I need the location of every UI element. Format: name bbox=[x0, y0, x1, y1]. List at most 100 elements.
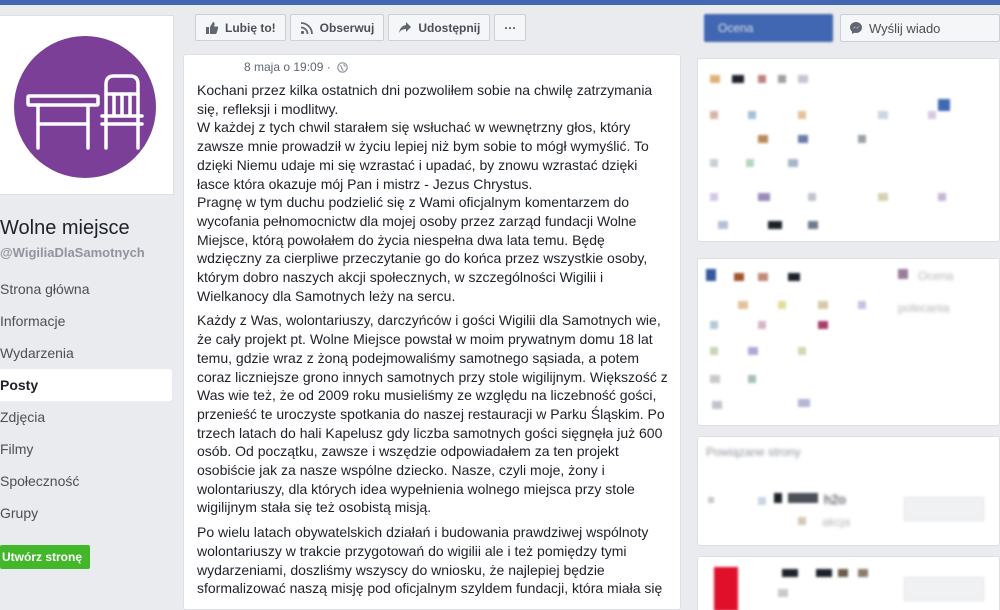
blurred-block bbox=[928, 111, 936, 119]
right-card-more bbox=[697, 556, 1000, 610]
blurred-block bbox=[732, 75, 744, 83]
nav-item-about[interactable]: Informacje bbox=[0, 305, 172, 337]
like-button[interactable]: Lubię to! bbox=[195, 14, 286, 41]
blurred-block bbox=[818, 321, 828, 329]
nav-item-events[interactable]: Wydarzenia bbox=[0, 337, 172, 369]
nav-item-photos[interactable]: Zdjęcia bbox=[0, 401, 172, 433]
blurred-block bbox=[778, 75, 786, 83]
blurred-block bbox=[748, 347, 758, 355]
avatar[interactable] bbox=[14, 36, 156, 178]
page-action-bar: Lubię to! Obserwuj Udostępnij ··· bbox=[195, 14, 527, 41]
right-card-rating bbox=[697, 58, 1000, 242]
nav-item-community[interactable]: Społeczność bbox=[0, 465, 172, 497]
create-page-button[interactable]: Utwórz stronę bbox=[0, 545, 90, 569]
blurred-primary-button[interactable]: Ocena bbox=[704, 14, 833, 42]
right-card-related-pages: Powiązane strony h2o akcja bbox=[697, 436, 1000, 546]
blurred-block bbox=[712, 401, 722, 409]
blurred-block bbox=[898, 269, 908, 279]
blurred-block bbox=[748, 111, 756, 119]
rss-icon bbox=[300, 21, 313, 34]
blurred-block bbox=[808, 193, 816, 201]
blurred-block bbox=[758, 273, 768, 281]
blurred-block bbox=[710, 347, 718, 355]
blurred-button[interactable] bbox=[904, 577, 984, 601]
blurred-block bbox=[710, 321, 718, 329]
blurred-block bbox=[758, 497, 766, 505]
right-card-recommendations: Ocena polecania bbox=[697, 258, 1000, 426]
nav-item-posts[interactable]: Posty bbox=[0, 369, 172, 401]
more-dots-icon: ··· bbox=[504, 20, 517, 35]
blurred-block bbox=[710, 111, 718, 119]
blurred-block bbox=[768, 221, 782, 229]
blurred-block bbox=[938, 99, 950, 111]
page-title[interactable]: Wolne miejsce bbox=[0, 217, 130, 240]
blurred-block bbox=[788, 493, 818, 503]
blurred-block bbox=[838, 569, 848, 577]
blurred-block bbox=[858, 301, 866, 309]
blurred-button[interactable] bbox=[904, 497, 984, 521]
nav-item-videos[interactable]: Filmy bbox=[0, 433, 172, 465]
blurred-page-name[interactable]: h2o bbox=[824, 492, 846, 507]
globe-icon[interactable] bbox=[336, 61, 348, 73]
blurred-thumbnail bbox=[708, 497, 714, 503]
blurred-block bbox=[808, 221, 818, 229]
blurred-text: polecania bbox=[898, 301, 950, 315]
blurred-thumbnail bbox=[714, 567, 738, 610]
post-paragraph: Każdy z Was, wolontariuszy, darczyńców i… bbox=[197, 312, 668, 516]
blurred-block bbox=[798, 75, 808, 83]
blurred-block bbox=[710, 193, 718, 201]
blurred-block bbox=[748, 375, 756, 383]
blurred-block bbox=[782, 569, 798, 577]
share-button[interactable]: Udostępnij bbox=[388, 14, 491, 41]
blurred-block bbox=[758, 75, 766, 83]
post-paragraph: Po wielu latach obywatelskich działań i … bbox=[197, 524, 663, 597]
blurred-block bbox=[858, 569, 868, 577]
follow-button[interactable]: Obserwuj bbox=[289, 14, 385, 41]
blurred-block bbox=[798, 399, 810, 407]
blurred-block bbox=[798, 517, 806, 525]
thumbs-up-icon bbox=[206, 21, 219, 34]
table-chair-logo-icon bbox=[26, 74, 144, 150]
blurred-block bbox=[706, 269, 716, 281]
blurred-block bbox=[798, 347, 806, 355]
post-meta: 8 maja o 19:09 · bbox=[244, 60, 348, 74]
profile-picture-card[interactable] bbox=[0, 15, 174, 195]
post-card: 8 maja o 19:09 · Kochani przez kilka ost… bbox=[183, 54, 681, 610]
page-nav: Strona główna Informacje Wydarzenia Post… bbox=[0, 273, 172, 529]
share-label: Udostępnij bbox=[418, 20, 481, 35]
blurred-block bbox=[758, 321, 766, 329]
blurred-block bbox=[778, 589, 788, 597]
blurred-block bbox=[778, 301, 786, 309]
blurred-block bbox=[774, 493, 782, 503]
blurred-block bbox=[710, 75, 720, 83]
more-options-button[interactable]: ··· bbox=[494, 14, 527, 41]
blurred-block bbox=[858, 135, 866, 143]
left-sidebar: Wolne miejsce @WigiliaDlaSamotnych Stron… bbox=[0, 5, 185, 610]
blurred-block bbox=[878, 193, 888, 201]
blurred-block bbox=[758, 193, 770, 201]
blurred-block bbox=[788, 159, 798, 167]
messenger-icon bbox=[850, 22, 862, 34]
blurred-block bbox=[938, 193, 946, 201]
send-message-button[interactable]: Wyślij wiado bbox=[840, 14, 1000, 42]
follow-label: Obserwuj bbox=[319, 20, 375, 35]
blurred-block bbox=[710, 159, 718, 167]
message-area: Ocena Wyślij wiado bbox=[704, 14, 1000, 42]
like-label: Lubię to! bbox=[225, 20, 276, 35]
nav-item-groups[interactable]: Grupy bbox=[0, 497, 172, 529]
blurred-block bbox=[738, 301, 748, 309]
blurred-block bbox=[798, 111, 806, 119]
blurred-heading: Powiązane strony bbox=[706, 445, 801, 459]
page-handle[interactable]: @WigiliaDlaSamotnych bbox=[0, 245, 145, 260]
post-timestamp[interactable]: 8 maja o 19:09 · bbox=[244, 60, 331, 74]
blurred-block bbox=[710, 375, 720, 383]
post-body: Kochani przez kilka ostatnich dni pozwol… bbox=[197, 81, 672, 604]
blurred-block bbox=[816, 569, 832, 577]
blurred-block bbox=[734, 273, 744, 281]
send-message-label: Wyślij wiado bbox=[869, 20, 941, 36]
blurred-block bbox=[758, 135, 768, 143]
blurred-caption: akcja bbox=[822, 515, 851, 529]
blurred-block bbox=[798, 135, 808, 143]
blurred-block bbox=[718, 221, 728, 229]
nav-item-home[interactable]: Strona główna bbox=[0, 273, 172, 305]
